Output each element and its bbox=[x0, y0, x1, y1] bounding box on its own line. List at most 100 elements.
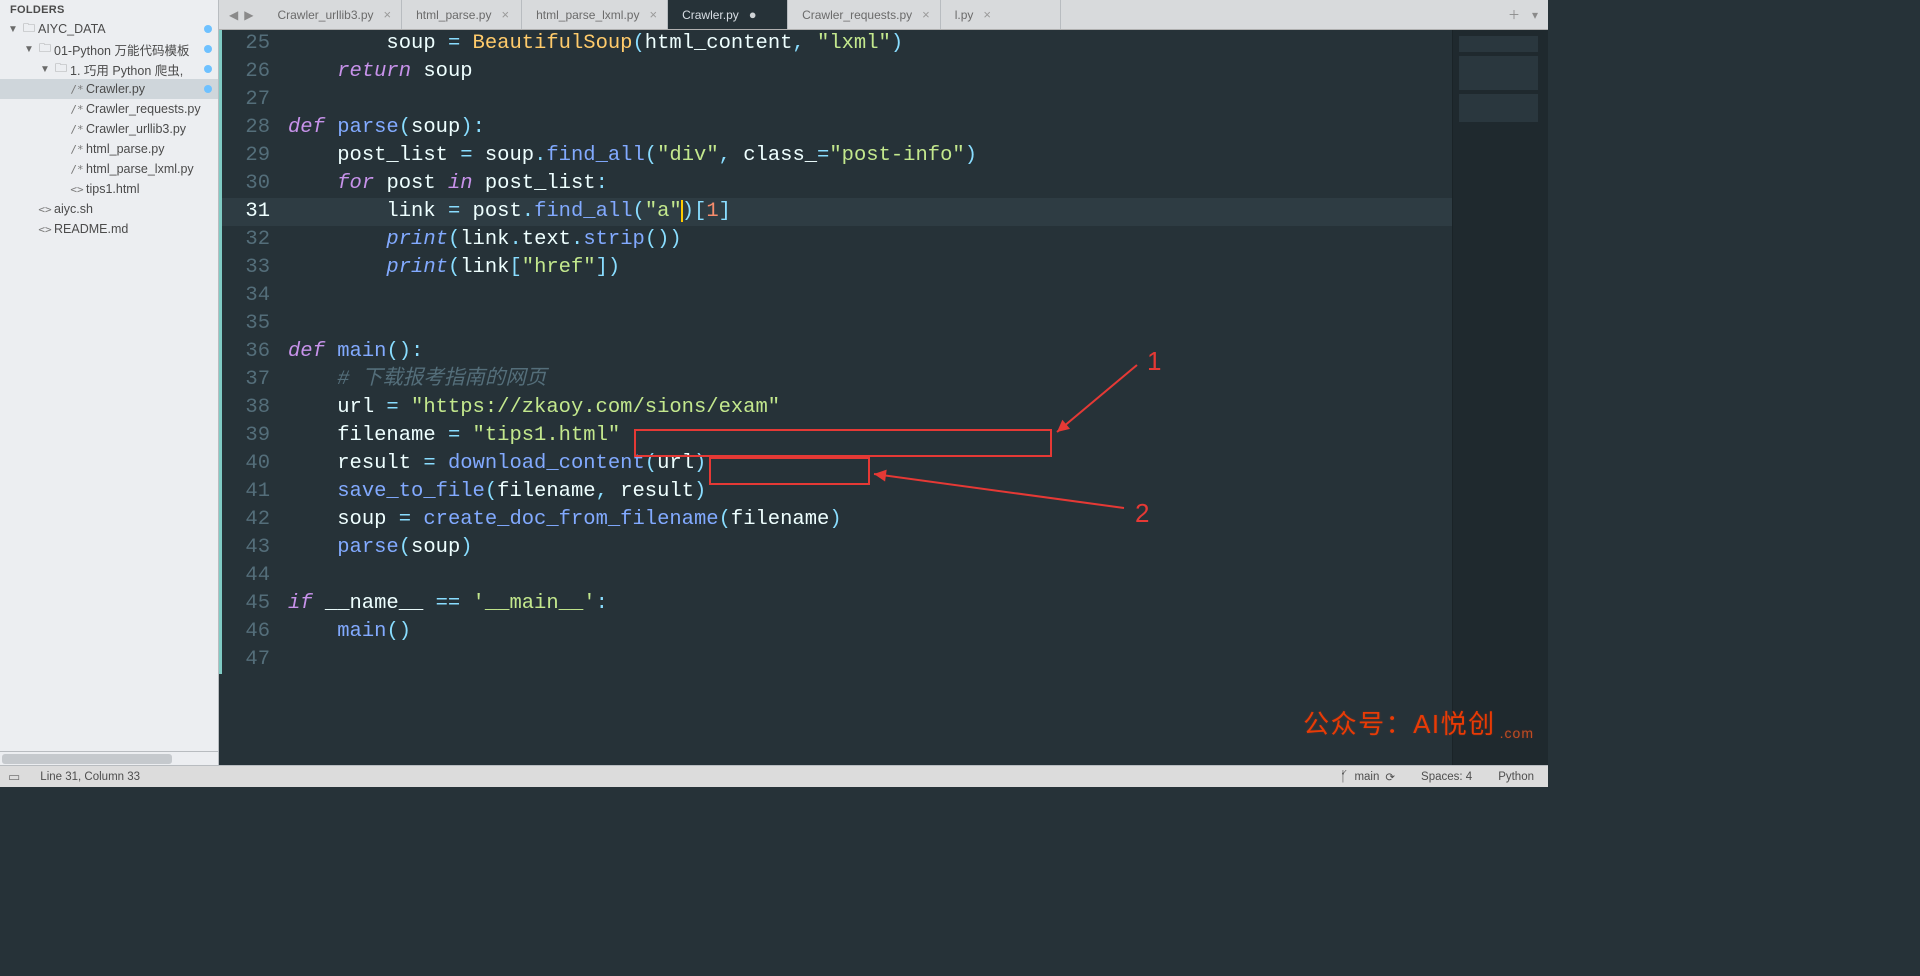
line-number[interactable]: 25 bbox=[222, 30, 284, 58]
line-number[interactable]: 45 bbox=[222, 590, 284, 618]
syntax-language[interactable]: Python bbox=[1492, 771, 1540, 783]
tree-item-label: html_parse.py bbox=[86, 142, 212, 156]
tab-label: html_parse.py bbox=[416, 8, 491, 22]
nav-forward-icon[interactable]: ▶ bbox=[244, 8, 253, 22]
code-line[interactable] bbox=[284, 86, 1452, 114]
disclosure-icon[interactable]: ▼ bbox=[38, 64, 52, 75]
tree-item-label: Crawler.py bbox=[86, 82, 200, 96]
line-number[interactable]: 41 bbox=[222, 478, 284, 506]
tab-label: l.py bbox=[955, 8, 974, 22]
tab-close-icon[interactable]: × bbox=[649, 7, 657, 22]
code-line[interactable]: url = "https://zkaoy.com/sions/exam" bbox=[284, 394, 1452, 422]
tab[interactable]: l.py × bbox=[941, 0, 1061, 29]
tab[interactable]: Crawler_urllib3.py× bbox=[263, 0, 402, 29]
line-number[interactable]: 44 bbox=[222, 562, 284, 590]
tab[interactable]: Crawler_requests.py× bbox=[788, 0, 941, 29]
tab-close-icon[interactable]: × bbox=[384, 7, 392, 22]
disclosure-icon[interactable]: ▼ bbox=[22, 44, 36, 55]
tree-item-label: README.md bbox=[54, 222, 212, 236]
indent-setting[interactable]: Spaces: 4 bbox=[1415, 771, 1478, 783]
code-line[interactable]: parse(soup) bbox=[284, 534, 1452, 562]
code-line[interactable]: print(link.text.strip()) bbox=[284, 226, 1452, 254]
code-line[interactable] bbox=[284, 310, 1452, 338]
line-number[interactable]: 46 bbox=[222, 618, 284, 646]
code-line[interactable]: def main(): bbox=[284, 338, 1452, 366]
disclosure-icon[interactable]: ▼ bbox=[6, 24, 20, 35]
file-icon: /* bbox=[68, 123, 86, 136]
tab-dirty-icon[interactable]: ● bbox=[749, 7, 757, 22]
tree-file[interactable]: <>tips1.html bbox=[0, 179, 218, 199]
code-line[interactable]: soup = BeautifulSoup(html_content, "lxml… bbox=[284, 30, 1452, 58]
tab-history-nav[interactable]: ◀ ▶ bbox=[219, 0, 263, 29]
editor[interactable]: 25 soup = BeautifulSoup(html_content, "l… bbox=[219, 30, 1548, 765]
line-number[interactable]: 36 bbox=[222, 338, 284, 366]
tree-file[interactable]: /*html_parse.py bbox=[0, 139, 218, 159]
line-number[interactable]: 28 bbox=[222, 114, 284, 142]
tree-folder[interactable]: ▼🗀AIYC_DATA bbox=[0, 19, 218, 39]
code-line[interactable]: post_list = soup.find_all("div", class_=… bbox=[284, 142, 1452, 170]
tree-item-label: html_parse_lxml.py bbox=[86, 162, 212, 176]
new-tab-icon[interactable]: ＋ bbox=[1508, 6, 1520, 23]
dirty-dot-icon bbox=[204, 85, 212, 93]
code-line[interactable]: def parse(soup): bbox=[284, 114, 1452, 142]
tree-file[interactable]: <>aiyc.sh bbox=[0, 199, 218, 219]
code-line[interactable]: main() bbox=[284, 618, 1452, 646]
line-number[interactable]: 31 bbox=[222, 198, 284, 226]
tab[interactable]: html_parse.py × bbox=[402, 0, 522, 29]
line-number[interactable]: 26 bbox=[222, 58, 284, 86]
line-number[interactable]: 47 bbox=[222, 646, 284, 674]
tree-folder[interactable]: ▼🗀01-Python 万能代码模板 bbox=[0, 39, 218, 59]
folder-tree[interactable]: ▼🗀AIYC_DATA▼🗀01-Python 万能代码模板▼🗀1. 巧用 Pyt… bbox=[0, 19, 218, 751]
nav-back-icon[interactable]: ◀ bbox=[229, 8, 238, 22]
tab-close-icon[interactable]: × bbox=[501, 7, 509, 22]
tree-file[interactable]: /*html_parse_lxml.py bbox=[0, 159, 218, 179]
sidebar-hscrollbar[interactable] bbox=[0, 751, 218, 765]
tree-item-label: 1. 巧用 Python 爬虫, bbox=[70, 60, 200, 79]
line-number[interactable]: 40 bbox=[222, 450, 284, 478]
code-line[interactable] bbox=[284, 282, 1452, 310]
tree-file[interactable]: /*Crawler_urllib3.py bbox=[0, 119, 218, 139]
tab[interactable]: html_parse_lxml.py × bbox=[522, 0, 668, 29]
line-number[interactable]: 29 bbox=[222, 142, 284, 170]
cursor-position[interactable]: Line 31, Column 33 bbox=[34, 771, 146, 783]
minimap[interactable] bbox=[1452, 30, 1548, 765]
code-line[interactable]: result = download_content(url) bbox=[284, 450, 1452, 478]
menu-icon[interactable]: ▭ bbox=[8, 769, 20, 785]
tab-close-icon[interactable]: × bbox=[983, 7, 991, 22]
code-line[interactable]: if __name__ == '__main__': bbox=[284, 590, 1452, 618]
file-icon: <> bbox=[36, 203, 54, 216]
line-number[interactable]: 33 bbox=[222, 254, 284, 282]
line-number[interactable]: 30 bbox=[222, 170, 284, 198]
status-bar: ▭ Line 31, Column 33 ᚶ main ⟳ Spaces: 4 … bbox=[0, 765, 1548, 787]
line-number[interactable]: 37 bbox=[222, 366, 284, 394]
tree-file[interactable]: <>README.md bbox=[0, 219, 218, 239]
line-number[interactable]: 32 bbox=[222, 226, 284, 254]
line-number[interactable]: 27 bbox=[222, 86, 284, 114]
code-line[interactable]: link = post.find_all("a")[1] bbox=[284, 198, 1452, 226]
line-number[interactable]: 34 bbox=[222, 282, 284, 310]
code-line[interactable]: save_to_file(filename, result) bbox=[284, 478, 1452, 506]
tree-folder[interactable]: ▼🗀1. 巧用 Python 爬虫, bbox=[0, 59, 218, 79]
line-number[interactable]: 43 bbox=[222, 534, 284, 562]
code-line[interactable]: # 下载报考指南的网页 bbox=[284, 366, 1452, 394]
code-line[interactable]: return soup bbox=[284, 58, 1452, 86]
tab[interactable]: Crawler.py● bbox=[668, 0, 788, 29]
code-line[interactable]: print(link["href"]) bbox=[284, 254, 1452, 282]
code-line[interactable]: soup = create_doc_from_filename(filename… bbox=[284, 506, 1452, 534]
tree-item-label: tips1.html bbox=[86, 182, 212, 196]
tab-label: html_parse_lxml.py bbox=[536, 8, 639, 22]
file-icon: <> bbox=[36, 223, 54, 236]
tree-file[interactable]: /*Crawler_requests.py bbox=[0, 99, 218, 119]
line-number[interactable]: 42 bbox=[222, 506, 284, 534]
tab-close-icon[interactable]: × bbox=[922, 7, 930, 22]
line-number[interactable]: 38 bbox=[222, 394, 284, 422]
line-number[interactable]: 35 bbox=[222, 310, 284, 338]
git-branch[interactable]: ᚶ main ⟳ bbox=[1334, 769, 1401, 785]
tab-menu-icon[interactable]: ▾ bbox=[1532, 8, 1538, 22]
code-line[interactable]: for post in post_list: bbox=[284, 170, 1452, 198]
tree-file[interactable]: /*Crawler.py bbox=[0, 79, 218, 99]
code-line[interactable] bbox=[284, 562, 1452, 590]
code-line[interactable]: filename = "tips1.html" bbox=[284, 422, 1452, 450]
line-number[interactable]: 39 bbox=[222, 422, 284, 450]
code-line[interactable] bbox=[284, 646, 1452, 674]
